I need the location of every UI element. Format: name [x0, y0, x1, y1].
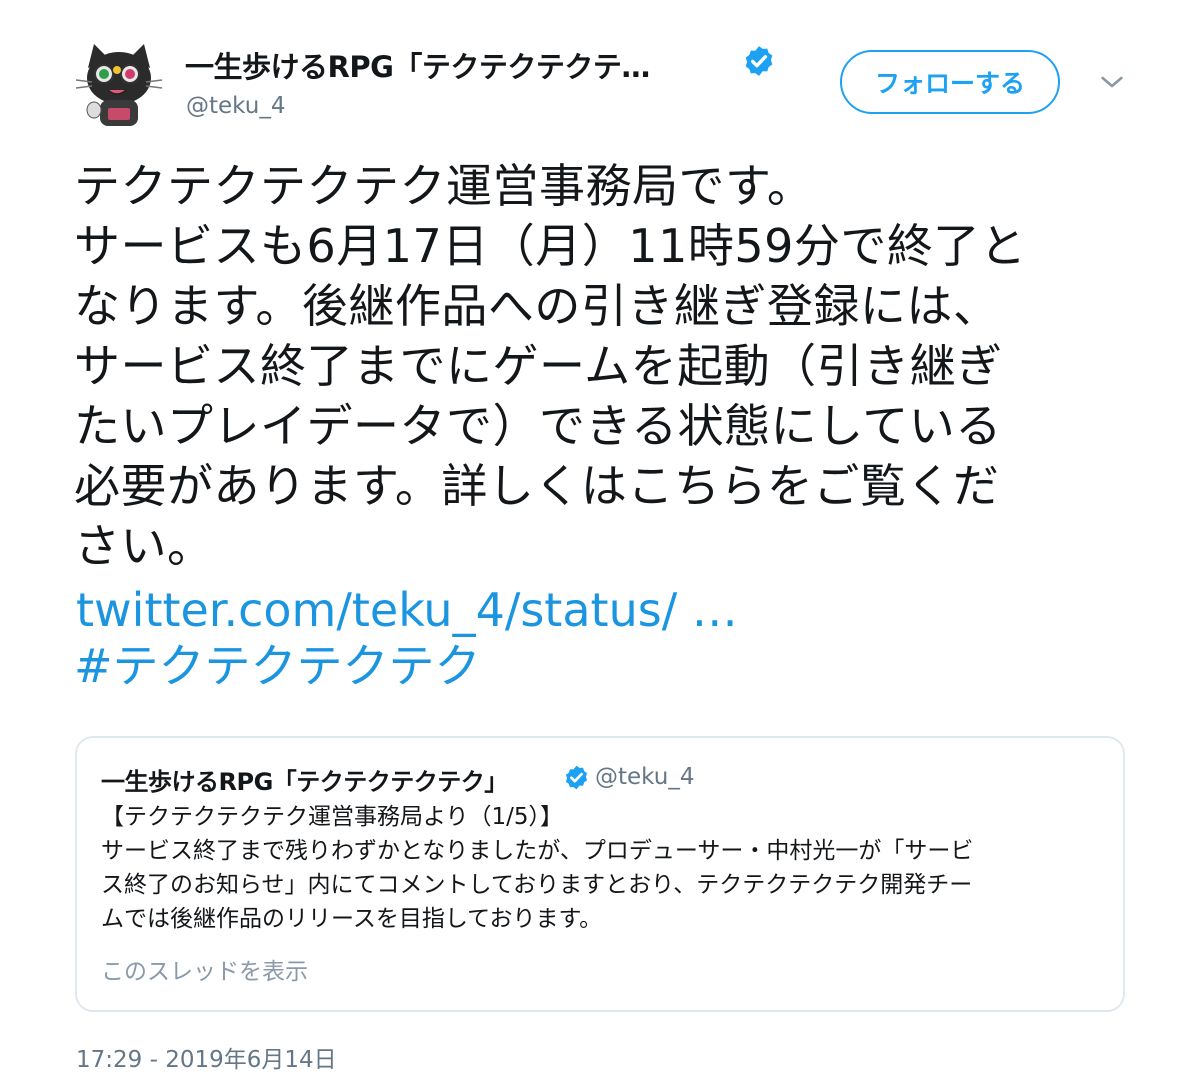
- show-thread-link[interactable]: このスレッドを表示: [101, 952, 308, 986]
- tweet-text-line: さい。: [74, 519, 214, 573]
- hashtag-link[interactable]: #テクテクテクテク: [74, 636, 481, 696]
- quoted-tweet[interactable]: 一生歩けるRPG「テクテクテクテク」 @teku_4 【テクテクテクテク運営事務…: [75, 736, 1125, 1012]
- quoted-text-line: ス終了のお知らせ」内にてコメントしておりますとおり、テクテクテクテク開発チー: [101, 872, 973, 898]
- chevron-down-icon[interactable]: [1096, 66, 1128, 98]
- quoted-tweet-text: 【テクテクテクテク運営事務局より（1/5）】 サービス終了まで残りわずかとなりま…: [101, 800, 1111, 936]
- follow-button[interactable]: フォローする: [840, 50, 1060, 114]
- verified-badge-icon: [745, 46, 773, 76]
- tweet-card: 一生歩けるRPG「テクテクテクテ… @teku_4 フォローする テクテクテクテ…: [0, 0, 1200, 1091]
- verified-badge-icon: [565, 765, 588, 790]
- tweet-text-line: テクテクテクテク運営事務局です。: [74, 159, 814, 213]
- status-link[interactable]: twitter.com/teku_4/status/ …: [76, 580, 738, 640]
- black-cat-mascot-avatar[interactable]: [74, 40, 164, 130]
- author-handle[interactable]: @teku_4: [186, 93, 286, 119]
- quoted-text-line: 【テクテクテクテク運営事務局より（1/5）】: [101, 804, 564, 830]
- tweet-text: テクテクテクテク運営事務局です。 サービスも6月17日（月）11時59分で終了と…: [74, 156, 1124, 576]
- tweet-text-line: たいプレイデータで）できる状態にしている: [74, 399, 1002, 453]
- quoted-author-name: 一生歩けるRPG「テクテクテクテク」: [101, 768, 508, 796]
- tweet-text-line: なります。後継作品への引き継ぎ登録には、: [74, 279, 1000, 333]
- quoted-text-line: サービス終了まで残りわずかとなりましたが、プロデューサー・中村光一が「サービ: [101, 838, 974, 864]
- tweet-text-line: サービスも6月17日（月）11時59分で終了と: [74, 219, 1027, 273]
- tweet-timestamp[interactable]: 17:29 - 2019年6月14日: [76, 1040, 337, 1074]
- tweet-text-line: サービス終了までにゲームを起動（引き継ぎ: [74, 339, 1003, 393]
- author-display-name[interactable]: 一生歩けるRPG「テクテクテクテ…: [185, 44, 650, 86]
- quoted-author-handle: @teku_4: [595, 764, 695, 790]
- quoted-text-line: ムでは後継作品のリリースを目指しております。: [101, 906, 603, 932]
- tweet-text-line: 必要があります。詳しくはこちらをご覧くだ: [74, 459, 1000, 513]
